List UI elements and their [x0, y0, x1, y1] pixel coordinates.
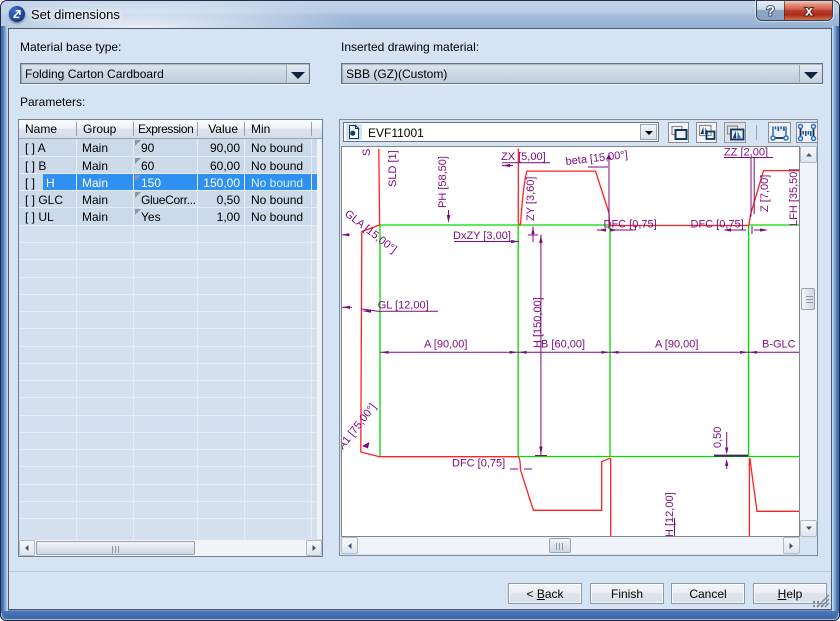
svg-text:x: x — [805, 3, 813, 19]
svg-text:beta [15,00°]: beta [15,00°] — [565, 149, 628, 168]
svg-text:LFH [35,50]: LFH [35,50] — [788, 169, 799, 226]
svg-text:S: S — [361, 149, 373, 156]
svg-text:?: ? — [766, 3, 775, 19]
svg-text:DFC [0,75]: DFC [0,75] — [452, 458, 505, 470]
svg-text:ZY [3,60]: ZY [3,60] — [525, 177, 537, 221]
svg-text:H [12,00]: H [12,00] — [664, 492, 676, 536]
svg-text:0,50: 0,50 — [712, 427, 724, 448]
svg-text:GL [12,00]: GL [12,00] — [378, 300, 429, 312]
svg-text:B-GLC: B-GLC — [762, 339, 796, 351]
svg-text:SLD [1]: SLD [1] — [387, 150, 399, 187]
svg-text:DFC [0,75]: DFC [0,75] — [691, 219, 744, 231]
svg-text:ZX [5,00]: ZX [5,00] — [501, 151, 546, 163]
svg-text:A [90,00]: A [90,00] — [424, 339, 467, 351]
svg-text:PH [58,50]: PH [58,50] — [437, 156, 449, 208]
svg-text:A [90,00]: A [90,00] — [655, 339, 698, 351]
svg-text:DxZY [3,00]: DxZY [3,00] — [453, 230, 511, 242]
svg-text:GLA [15,00°]: GLA [15,00°] — [342, 208, 399, 256]
svg-text:DFC [0,75]: DFC [0,75] — [604, 219, 657, 231]
svg-text:B [60,00]: B [60,00] — [541, 339, 585, 351]
svg-text:Z [7,00]: Z [7,00] — [759, 175, 771, 212]
svg-text:ZZ [2,00]: ZZ [2,00] — [724, 147, 768, 159]
